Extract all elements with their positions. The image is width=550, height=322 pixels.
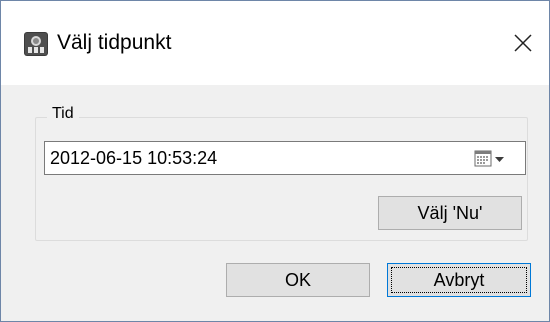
app-icon: [24, 32, 48, 56]
datetime-picker[interactable]: 2012-06-15 10:53:24: [44, 141, 526, 175]
calendar-dropdown-button[interactable]: [473, 150, 517, 168]
time-group-label: Tid: [47, 103, 79, 125]
window-title: Välj tidpunkt: [57, 31, 172, 54]
calendar-dropdown-icon: [474, 150, 504, 167]
ok-button[interactable]: OK: [226, 263, 370, 297]
dialog-window: Välj tidpunkt Tid 2012-06-15 10:53:24 Vä…: [0, 0, 550, 322]
cancel-button[interactable]: Avbryt: [387, 263, 531, 297]
title-bar: Välj tidpunkt: [1, 1, 549, 85]
select-now-button[interactable]: Välj 'Nu': [378, 196, 522, 230]
datetime-value[interactable]: 2012-06-15 10:53:24: [50, 147, 217, 169]
cancel-button-label: Avbryt: [433, 269, 485, 290]
close-button[interactable]: [496, 17, 549, 69]
close-icon: [513, 34, 532, 52]
